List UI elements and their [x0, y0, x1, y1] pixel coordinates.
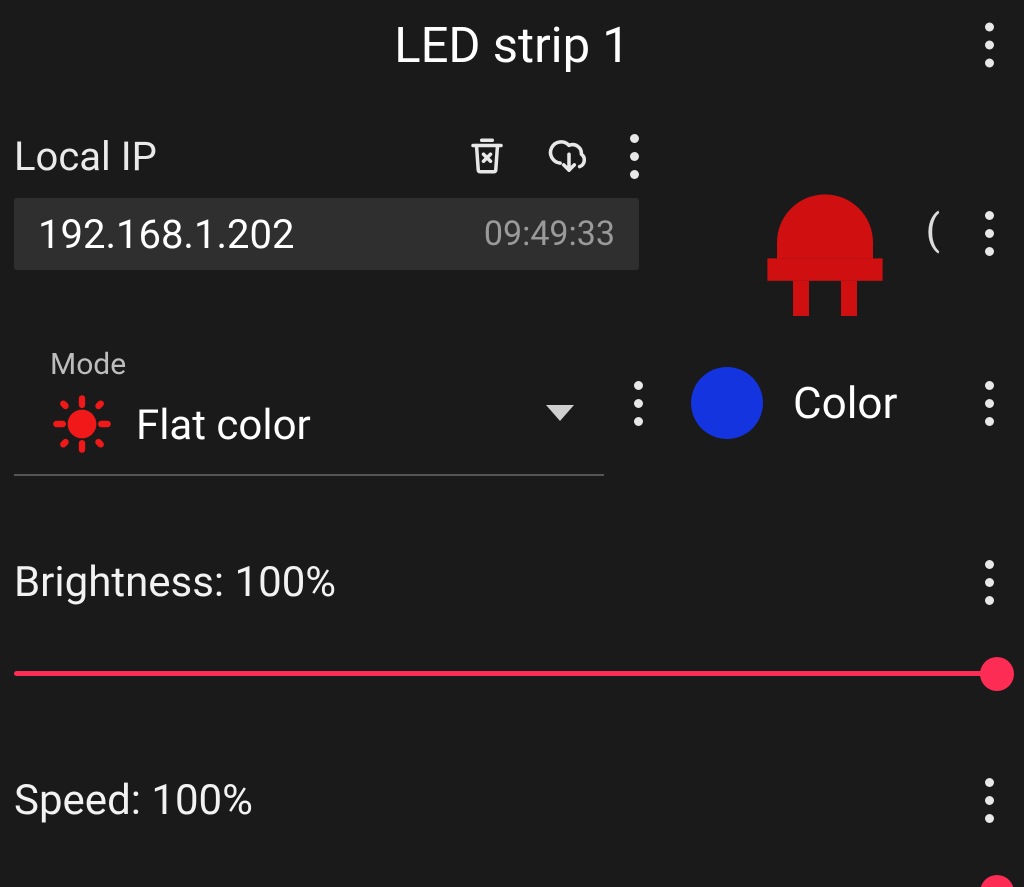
- color-label: Color: [793, 377, 897, 429]
- ip-actions: [442, 134, 639, 179]
- brightness-label: Brightness: 100%: [14, 558, 985, 607]
- mode-color-row: Mode Flat color: [14, 328, 1010, 478]
- led-status-block: (: [639, 126, 1010, 330]
- ip-header: Local IP: [14, 126, 639, 186]
- chevron-down-icon: [546, 405, 574, 421]
- led-side-glyph: (: [926, 206, 940, 255]
- brightness-slider-thumb[interactable]: [980, 657, 1014, 691]
- brightness-slider[interactable]: [14, 671, 1010, 676]
- color-picker-block: Color: [643, 367, 1010, 439]
- ip-input[interactable]: 192.168.1.202 09:49:33: [14, 198, 639, 270]
- mode-label: Mode: [14, 347, 604, 382]
- brightness-section: Brightness: 100%: [14, 558, 1010, 676]
- color-swatch[interactable]: [691, 367, 763, 439]
- speed-slider-thumb[interactable]: [980, 875, 1014, 887]
- ip-label: Local IP: [14, 133, 442, 180]
- mode-underline: [14, 474, 604, 476]
- trash-x-icon[interactable]: [466, 135, 508, 177]
- color-menu-button[interactable]: [985, 381, 994, 426]
- speed-label: Speed: 100%: [14, 776, 985, 825]
- ip-timestamp: 09:49:33: [484, 214, 615, 254]
- led-bulb-icon[interactable]: [745, 146, 905, 330]
- local-ip-block: Local IP: [14, 126, 639, 270]
- ip-menu-button[interactable]: [630, 134, 639, 179]
- speed-section: Speed: 100%: [14, 776, 1010, 887]
- mode-value: Flat color: [136, 401, 311, 450]
- mode-menu-button[interactable]: [634, 381, 643, 426]
- ip-led-row: Local IP: [14, 90, 1010, 300]
- header-menu-button[interactable]: [985, 23, 994, 68]
- brightness-menu-button[interactable]: [985, 560, 994, 605]
- mode-selector[interactable]: Mode Flat color: [14, 347, 604, 460]
- app-root: LED strip 1 Local IP: [0, 0, 1024, 887]
- page-title: LED strip 1: [394, 17, 630, 74]
- mode-value-row: Flat color: [14, 392, 604, 460]
- ip-value: 192.168.1.202: [38, 211, 484, 258]
- cloud-download-icon[interactable]: [546, 135, 592, 177]
- led-menu-button[interactable]: [985, 211, 994, 256]
- flat-color-mode-icon: [50, 392, 114, 460]
- header: LED strip 1: [14, 0, 1010, 90]
- speed-menu-button[interactable]: [985, 778, 994, 823]
